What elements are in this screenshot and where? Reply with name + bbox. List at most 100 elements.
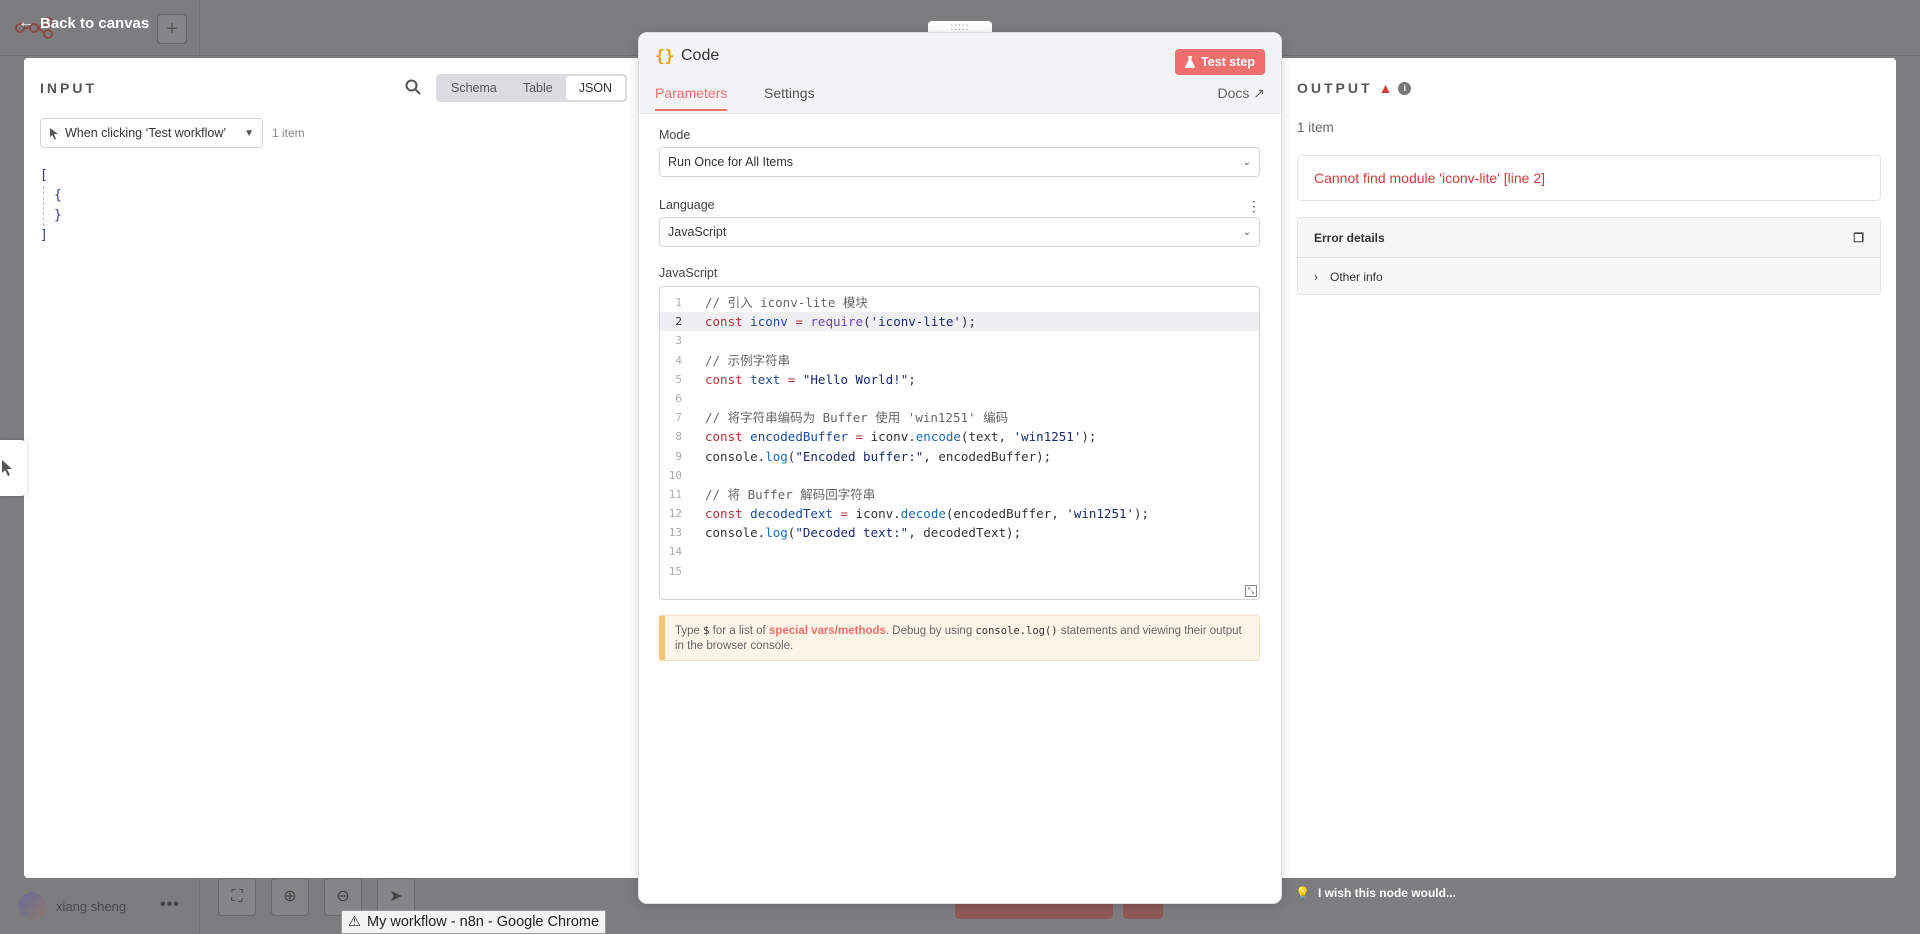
hint-debug-text: . Debug by using (885, 625, 973, 637)
info-icon[interactable]: i (1398, 81, 1412, 95)
output-title-row: OUTPUT ▲ i (1297, 80, 1412, 96)
warning-icon: ⚠ (348, 914, 361, 930)
input-panel: INPUT Schema Table JSON When clicking ‘T… (24, 58, 639, 878)
code-line[interactable]: 13 console.log("Decoded text:", decodedTe… (660, 523, 1259, 542)
line-number: 4 (675, 353, 682, 367)
code-line[interactable]: 3 (660, 331, 1259, 350)
code-node-icon: {} (655, 46, 675, 65)
line-number: 15 (668, 564, 682, 578)
hint-type-text: Type (675, 625, 700, 637)
docs-link[interactable]: Docs ↗ (1217, 85, 1265, 102)
line-number: 9 (675, 449, 682, 463)
line-number: 5 (675, 372, 682, 386)
code-line[interactable]: 8 const encodedBuffer = iconv.encode(text… (660, 427, 1259, 446)
code-line[interactable]: 9 console.log("Encoded buffer:", encodedB… (660, 447, 1259, 466)
input-node-selector[interactable]: When clicking ‘Test workflow’ ▼ (40, 118, 263, 148)
code-line[interactable]: 1 // 引入 iconv-lite 模块 (660, 293, 1259, 312)
arrow-left-icon: ← (18, 14, 34, 31)
cursor-icon (50, 127, 58, 139)
tab-parameters[interactable]: Parameters (655, 85, 728, 111)
line-number: 3 (675, 334, 682, 348)
code-line[interactable]: 4 // 示例字符串 (660, 351, 1259, 370)
json-line: { (54, 188, 62, 203)
code-text: const iconv = require('iconv-lite'); (705, 314, 976, 330)
input-panel-drag-tab[interactable] (0, 440, 27, 496)
line-number: 13 (668, 526, 682, 540)
line-number: 6 (675, 391, 682, 405)
code-text: // 将字符串编码为 Buffer 使用 'win1251' 编码 (705, 410, 1009, 426)
node-settings-panel: {} Code Test step Parameters Settings Do… (639, 33, 1281, 903)
code-line[interactable]: 12 const decodedText = iconv.decode(encod… (660, 504, 1259, 523)
docs-label: Docs (1217, 85, 1250, 101)
view-schema-option[interactable]: Schema (438, 76, 510, 100)
json-line: ] (40, 228, 48, 243)
error-details: Error details ❐ › Other info (1297, 217, 1881, 295)
json-line: [ (40, 168, 48, 183)
other-info-label: Other info (1330, 270, 1383, 284)
code-line[interactable]: 14 (660, 542, 1259, 561)
tab-settings[interactable]: Settings (764, 85, 815, 109)
browser-window-tooltip: ⚠ My workflow - n8n - Google Chrome (341, 910, 607, 934)
code-line[interactable]: 11 // 将 Buffer 解码回字符串 (660, 485, 1259, 504)
language-value: JavaScript (668, 225, 727, 239)
input-item-count: 1 item (272, 126, 305, 140)
mode-value: Run Once for All Items (668, 155, 794, 169)
flask-icon (1185, 56, 1196, 68)
feedback-link[interactable]: 💡 I wish this node would... (1295, 886, 1456, 900)
other-info-toggle[interactable]: › Other info (1298, 258, 1880, 296)
resize-handle-icon[interactable]: ⤡ (1245, 585, 1257, 597)
node-tabs: Parameters Settings Docs ↗ (639, 79, 1281, 114)
test-step-button[interactable]: Test step (1175, 49, 1265, 75)
back-to-canvas-button[interactable]: ← Back to canvas (18, 14, 149, 32)
error-details-title: Error details (1314, 230, 1385, 245)
mode-select[interactable]: Run Once for All Items ⌄ (659, 147, 1260, 177)
user-menu[interactable]: xiang sheng (18, 892, 126, 920)
search-icon[interactable] (404, 78, 422, 96)
chevron-down-icon: ▼ (244, 127, 254, 139)
code-line[interactable]: 2 const iconv = require('iconv-lite'); (660, 312, 1259, 332)
code-text: const decodedText = iconv.decode(encoded… (705, 506, 1150, 522)
special-vars-link[interactable]: special vars/methods (769, 625, 886, 637)
language-options-icon[interactable]: ⋮ (1247, 198, 1261, 215)
view-table-option[interactable]: Table (510, 76, 566, 100)
line-number: 1 (675, 296, 682, 309)
code-editor[interactable]: 1 // 引入 iconv-lite 模块 2 const iconv = requi… (659, 286, 1260, 600)
code-line[interactable]: 10 (660, 466, 1259, 485)
error-message: Cannot find module 'iconv-lite' [line 2] (1297, 155, 1881, 201)
language-label: Language (659, 198, 715, 212)
mode-label: Mode (659, 128, 691, 142)
feedback-label: I wish this node would... (1317, 886, 1456, 900)
copy-icon[interactable]: ❐ (1853, 231, 1864, 245)
line-number: 2 (675, 315, 682, 329)
error-details-header: Error details ❐ (1298, 218, 1880, 258)
code-text: // 引入 iconv-lite 模块 (705, 295, 868, 310)
code-line[interactable]: 15 (660, 562, 1259, 581)
output-title: OUTPUT (1297, 80, 1373, 96)
lightbulb-icon: 💡 (1295, 886, 1310, 900)
back-to-canvas-label: Back to canvas (40, 14, 150, 32)
hint-for-text: for a list of (712, 625, 766, 637)
json-line: } (54, 208, 62, 223)
code-line[interactable]: 7 // 将字符串编码为 Buffer 使用 'win1251' 编码 (660, 408, 1259, 427)
line-number: 10 (668, 468, 682, 482)
language-select[interactable]: JavaScript ⌄ (659, 217, 1260, 247)
view-json-option[interactable]: JSON (565, 76, 626, 100)
test-step-label: Test step (1201, 55, 1255, 69)
code-text: const text = "Hello World!"; (705, 371, 916, 387)
output-panel: OUTPUT ▲ i 1 item Cannot find module 'ic… (1281, 58, 1896, 878)
add-workflow-button[interactable]: + (157, 14, 187, 44)
code-text: const encodedBuffer = iconv.encode(text,… (705, 429, 1097, 445)
code-text: // 示例字符串 (705, 352, 791, 368)
fit-view-icon[interactable]: ⛶ (218, 878, 256, 916)
user-more-icon[interactable]: ••• (160, 896, 180, 914)
cursor-icon (2, 460, 12, 476)
avatar (18, 892, 46, 920)
chevron-down-icon: ⌄ (1242, 226, 1251, 238)
code-line[interactable]: 6 (660, 389, 1259, 408)
line-number: 8 (675, 430, 682, 444)
line-number: 12 (668, 507, 682, 521)
node-title[interactable]: Code (681, 47, 719, 65)
zoom-in-icon[interactable]: ⊕ (271, 878, 309, 916)
code-line[interactable]: 5 const text = "Hello World!"; (660, 370, 1259, 389)
warning-icon: ▲ (1378, 80, 1393, 96)
